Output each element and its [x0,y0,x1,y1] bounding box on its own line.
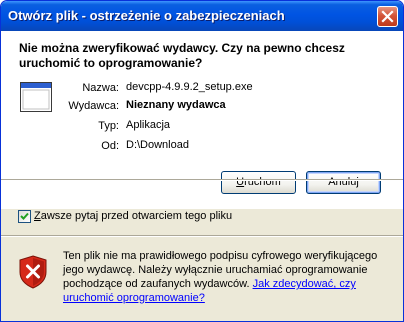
name-row: Nazwa: [1,81,119,95]
type-row: Typ: [1,119,119,133]
from-value: D:\Download [126,139,189,151]
close-icon [381,10,394,23]
warning-message: Ten plik nie ma prawidłowego podpisu cyf… [63,249,383,305]
cancel-button-label: Anuluj [328,176,359,188]
warning-divider [1,235,403,237]
close-button[interactable] [377,6,398,27]
name-label: Nazwa: [82,82,119,94]
checkmark-icon [20,212,29,220]
from-label: Od: [101,140,119,152]
publisher-value: Nieznany wydawca [126,99,226,111]
question-text: Nie można zweryfikować wydawcy. Czy na p… [19,41,345,70]
always-ask-label[interactable]: Zawsze pytaj przed otwarciem tego pliku [34,210,232,222]
security-shield-icon [19,255,47,289]
name-value: devcpp-4.9.9.2_setup.exe [126,81,253,93]
from-row: Od: [1,139,119,153]
publisher-row: Wydawca: [1,99,119,113]
header-divider [1,179,403,181]
publisher-label: Wydawca: [68,100,119,112]
dialog-header-area: Nie można zweryfikować wydawcy. Czy na p… [1,31,403,209]
always-ask-checkbox[interactable] [18,210,31,223]
run-button[interactable]: Uruchom [221,171,296,194]
title-bar[interactable]: Otwórz plik - ostrzeżenie o zabezpieczen… [1,1,403,31]
window-title: Otwórz plik - ostrzeżenie o zabezpieczen… [8,8,285,23]
cancel-button[interactable]: Anuluj [306,171,381,194]
type-label: Typ: [98,120,119,132]
security-warning-dialog: Otwórz plik - ostrzeżenie o zabezpieczen… [0,0,404,322]
type-value: Aplikacja [126,119,171,131]
